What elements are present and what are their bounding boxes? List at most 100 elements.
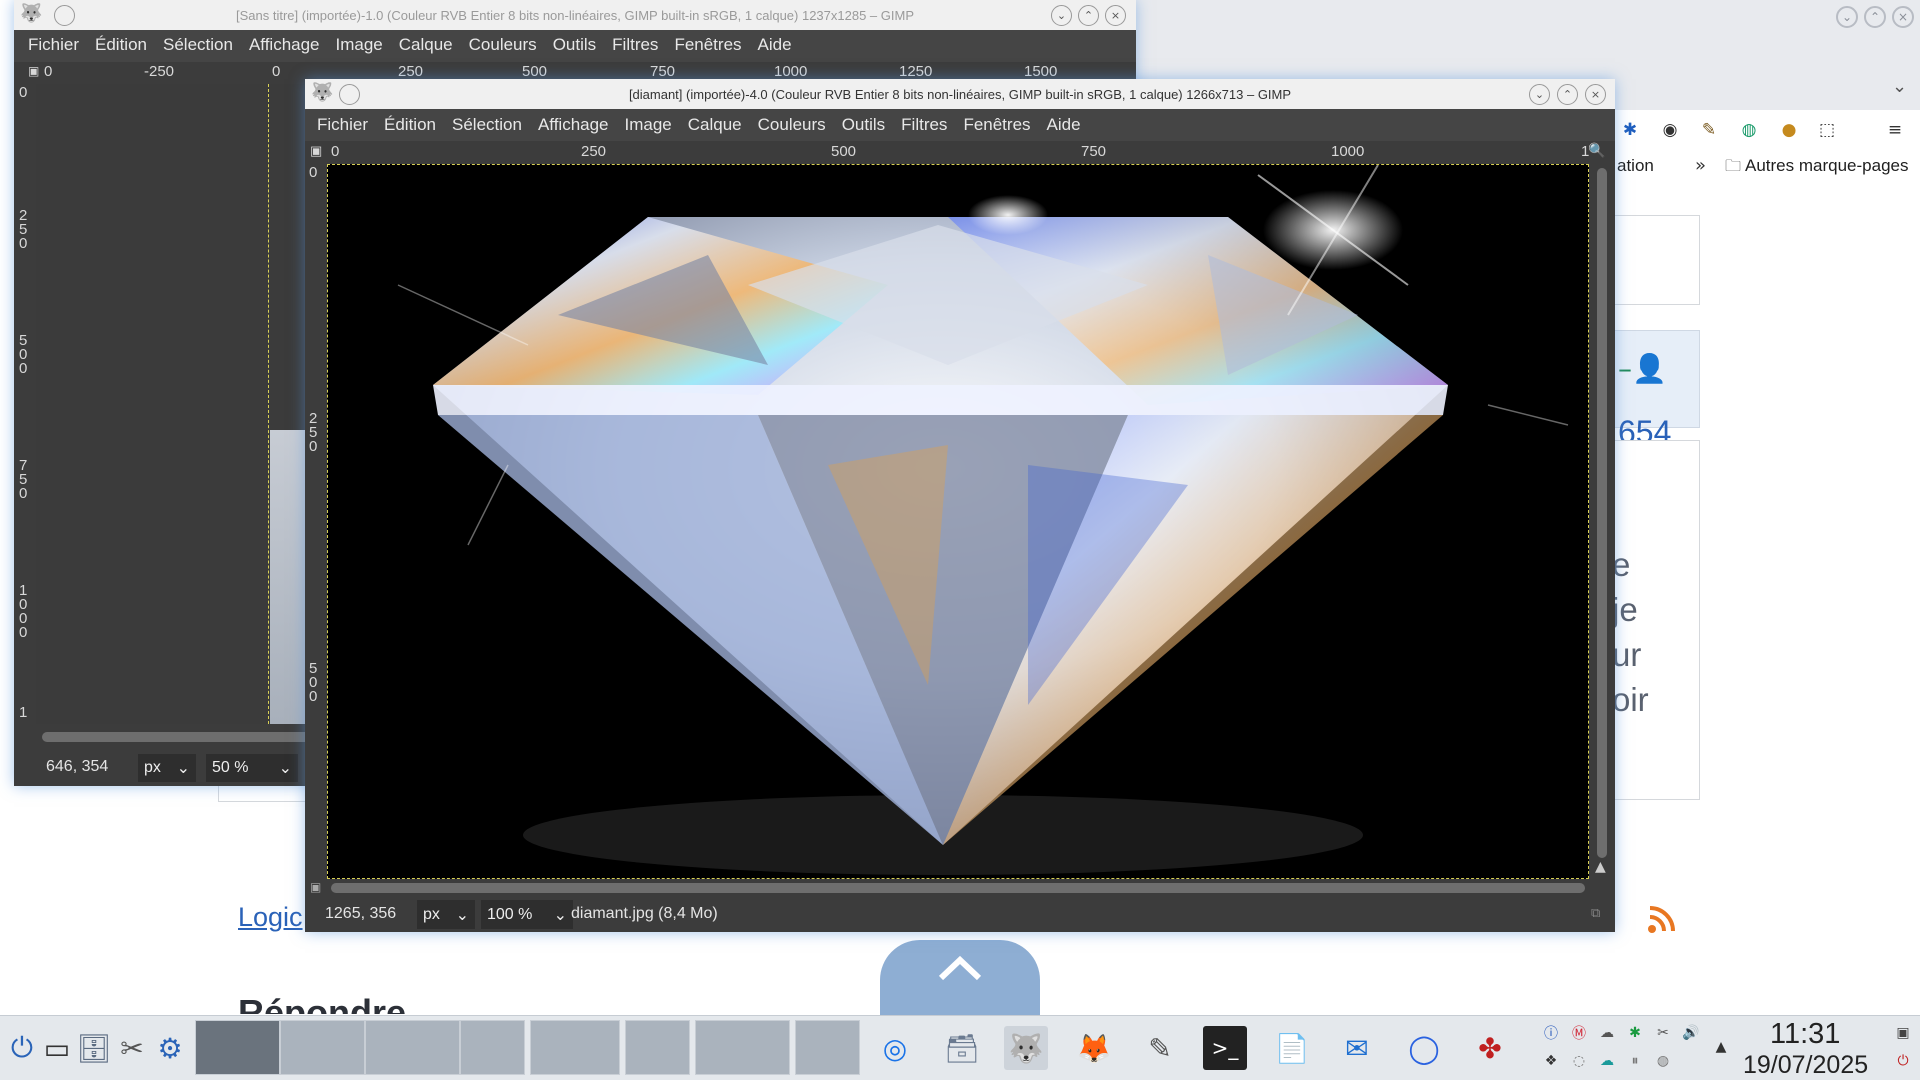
menu-fenetres[interactable]: Fenêtres: [955, 115, 1038, 135]
menu-image[interactable]: Image: [328, 35, 391, 55]
dropbox-icon[interactable]: ❖: [1540, 1050, 1562, 1072]
document-icon[interactable]: 📄: [1270, 1026, 1314, 1070]
minimize-button[interactable]: ⌄: [1051, 5, 1072, 26]
browser-minimize-button[interactable]: ⌄: [1836, 6, 1858, 28]
battery-icon[interactable]: ◍: [1652, 1050, 1674, 1072]
clock-date[interactable]: 19/07/2025: [1743, 1051, 1868, 1080]
network-icon[interactable]: ◌: [1568, 1050, 1590, 1072]
image-canvas[interactable]: [327, 164, 1589, 879]
scroll-to-top-button[interactable]: [880, 940, 1040, 1015]
pause-icon[interactable]: ⏸: [1624, 1050, 1646, 1072]
scissors-icon[interactable]: ✂: [1652, 1022, 1674, 1044]
minimize-button[interactable]: ⌄: [1529, 84, 1550, 105]
menu-selection[interactable]: Sélection: [155, 35, 241, 55]
tab-list-chevron-icon[interactable]: ⌄: [1892, 76, 1907, 97]
menu-outils[interactable]: Outils: [834, 115, 893, 135]
rss-icon[interactable]: [1646, 903, 1678, 943]
extension-icon[interactable]: ◍: [1737, 118, 1761, 142]
menu-affichage[interactable]: Affichage: [530, 115, 617, 135]
text-editor-icon[interactable]: ✎: [1138, 1026, 1182, 1070]
task-button[interactable]: [530, 1020, 620, 1075]
scroll-thumb[interactable]: [1597, 168, 1607, 858]
extension-icon[interactable]: ✎: [1697, 118, 1721, 142]
bookmark-tab-partial[interactable]: ation: [1617, 156, 1654, 176]
task-button[interactable]: [795, 1020, 860, 1075]
bookmarks-folder[interactable]: Autres marque-pages: [1745, 156, 1908, 176]
window-menu-button[interactable]: [54, 5, 75, 26]
terminal-icon[interactable]: >_: [1203, 1026, 1247, 1070]
menu-fichier[interactable]: Fichier: [309, 115, 376, 135]
zoom-select[interactable]: 100 % ⌄: [481, 900, 573, 929]
vertical-ruler: 0 250 500 750 1000 1: [14, 84, 36, 724]
task-button[interactable]: [460, 1020, 525, 1075]
close-button[interactable]: ×: [1585, 84, 1606, 105]
volume-icon[interactable]: 🔊: [1680, 1022, 1702, 1044]
menu-filtres[interactable]: Filtres: [893, 115, 955, 135]
chromium-icon[interactable]: ◎: [873, 1026, 917, 1070]
menu-couleurs[interactable]: Couleurs: [750, 115, 834, 135]
menu-image[interactable]: Image: [617, 115, 680, 135]
signal-icon[interactable]: ◯: [1402, 1026, 1446, 1070]
task-button[interactable]: [365, 1020, 460, 1075]
cookie-icon[interactable]: ●: [1777, 118, 1801, 142]
inkscape-icon[interactable]: ✤: [1468, 1026, 1512, 1070]
close-button[interactable]: ×: [1105, 5, 1126, 26]
file-manager-icon[interactable]: 🗃: [940, 1026, 984, 1070]
task-button[interactable]: [280, 1020, 365, 1075]
updates-icon[interactable]: ✱: [1624, 1022, 1646, 1044]
thunderbird-icon[interactable]: ✉: [1335, 1026, 1379, 1070]
zoom-select[interactable]: 50 % ⌄: [206, 754, 298, 782]
ruler-label: 250: [398, 63, 424, 80]
menu-selection[interactable]: Sélection: [444, 115, 530, 135]
tracking-icon[interactable]: ◉: [1658, 118, 1682, 142]
navigation-preview-icon[interactable]: ⧉: [1591, 905, 1600, 921]
software-link[interactable]: Logic: [238, 902, 303, 933]
extensions-puzzle-icon[interactable]: ⬚: [1815, 118, 1839, 142]
vertical-scrollbar[interactable]: ▲: [1589, 164, 1615, 879]
tray-expand-icon[interactable]: ▲: [1710, 1036, 1732, 1058]
menu-fenetres[interactable]: Fenêtres: [666, 35, 749, 55]
maximize-button[interactable]: ⌃: [1557, 84, 1578, 105]
extension-icon[interactable]: ✱: [1618, 118, 1642, 142]
unit-select[interactable]: px ⌄: [138, 754, 196, 782]
browser-maximize-button[interactable]: ⌃: [1864, 6, 1886, 28]
unit-select[interactable]: px ⌄: [417, 900, 475, 929]
user-check-icon[interactable]: –👤: [1618, 352, 1667, 385]
menu-affichage[interactable]: Affichage: [241, 35, 328, 55]
zoom-magnifier-icon[interactable]: 🔍: [1588, 142, 1605, 159]
menu-fichier[interactable]: Fichier: [20, 35, 87, 55]
task-button[interactable]: [695, 1020, 790, 1075]
menu-aide[interactable]: Aide: [1039, 115, 1089, 135]
maximize-button[interactable]: ⌃: [1078, 5, 1099, 26]
menu-edition[interactable]: Édition: [87, 35, 155, 55]
browser-close-button[interactable]: ×: [1892, 6, 1914, 28]
window-menu-button[interactable]: [339, 84, 360, 105]
sync-icon[interactable]: ☁: [1596, 1050, 1618, 1072]
menu-icon[interactable]: ≡: [1883, 118, 1907, 142]
cloud-icon[interactable]: ☁: [1596, 1022, 1618, 1044]
menu-aide[interactable]: Aide: [750, 35, 800, 55]
task-button[interactable]: [195, 1020, 280, 1075]
menu-edition[interactable]: Édition: [376, 115, 444, 135]
menu-calque[interactable]: Calque: [680, 115, 750, 135]
screen-icon[interactable]: ▣: [1892, 1022, 1914, 1044]
mail-icon[interactable]: Ⓜ: [1568, 1022, 1590, 1044]
menu-couleurs[interactable]: Couleurs: [461, 35, 545, 55]
firefox-icon[interactable]: 🦊: [1072, 1026, 1116, 1070]
gear-icon[interactable]: ⚙: [148, 1026, 192, 1070]
power-icon[interactable]: ⏻: [1892, 1050, 1914, 1072]
menu-calque[interactable]: Calque: [391, 35, 461, 55]
navigate-icon[interactable]: ▲: [1595, 859, 1606, 875]
gimp-icon[interactable]: 🐺: [1004, 1026, 1048, 1070]
clock-time[interactable]: 11:31: [1770, 1018, 1840, 1051]
info-icon[interactable]: ⓘ: [1540, 1022, 1562, 1044]
ruler-toggle-icon[interactable]: ▣: [310, 143, 322, 159]
task-button[interactable]: [625, 1020, 690, 1075]
chevron-double-right-icon[interactable]: »: [1695, 155, 1706, 176]
menu-outils[interactable]: Outils: [545, 35, 604, 55]
quick-mask-icon[interactable]: ▣: [310, 880, 321, 894]
menu-filtres[interactable]: Filtres: [604, 35, 666, 55]
scroll-thumb[interactable]: [331, 883, 1585, 893]
ruler-toggle-icon[interactable]: ▣: [28, 64, 39, 78]
horizontal-scrollbar[interactable]: ▣: [305, 879, 1615, 897]
